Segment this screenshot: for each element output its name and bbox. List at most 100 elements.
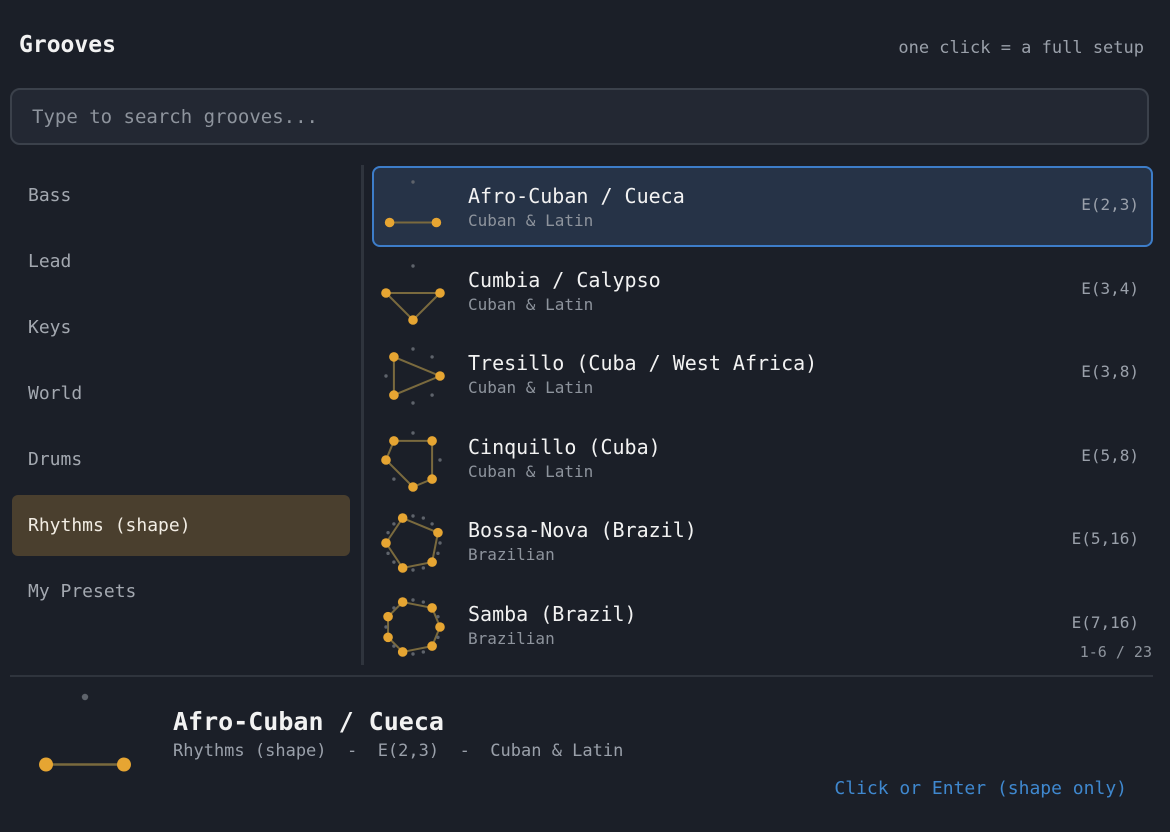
rhythm-shape-icon [381,263,445,325]
groove-code: E(7,16) [1071,612,1139,632]
step-dot-active [408,314,418,325]
step-dot [386,552,390,556]
vertical-divider [361,165,364,665]
step-dot [421,566,426,571]
step-dot [411,401,415,405]
header-hint: one click = a full setup [898,38,1144,58]
step-dot [411,652,415,656]
rhythm-shape-icon [383,597,445,657]
groove-code: E(3,4) [1081,278,1139,298]
step-dot [411,598,415,602]
step-dot [436,635,440,640]
search-box[interactable] [10,88,1149,145]
rhythm-shape-icon [381,513,443,574]
groove-row[interactable]: Afro-Cuban / Cueca Cuban & Latin E(2,3) [372,166,1153,247]
step-dot-active [433,528,443,538]
groove-title: Cumbia / Calypso [468,267,661,292]
sidebar-item-drums[interactable]: Drums [12,429,350,490]
step-dot [411,180,415,184]
rhythm-shape-icon [384,180,442,228]
groove-row[interactable]: Tresillo (Cuba / West Africa) Cuban & La… [372,333,1153,414]
step-dot [411,347,415,351]
groove-subtitle: Cuban & Latin [468,378,594,398]
groove-title: Tresillo (Cuba / West Africa) [468,351,818,376]
step-dot-active [389,352,399,362]
step-dot [438,541,442,546]
step-dot-active [381,454,391,465]
step-dot [430,393,434,397]
step-dot [436,552,440,556]
groove-title: Cinquillo (Cuba) [468,434,661,459]
step-dot-active [427,641,437,651]
groove-row[interactable]: Samba (Brazil) Brazilian E(7,16) [372,584,1153,665]
apply-action-link[interactable]: Click or Enter (shape only) [834,778,1127,799]
step-dot [430,355,434,359]
horizontal-divider [10,675,1153,677]
groove-title: Afro-Cuban / Cueca [468,184,685,208]
step-dot [421,516,426,521]
shape-outline [392,355,443,397]
groove-subtitle: Brazilian [468,545,555,565]
step-dot-active [431,217,442,228]
step-dot [411,514,415,519]
sidebar-item-rhythms[interactable]: Rhythms (shape) [12,495,350,556]
sidebar-item-keys[interactable]: Keys [12,297,350,358]
category-sidebar: Bass Lead Keys World Drums Rhythms (shap… [12,165,350,627]
step-dot-active [435,287,445,298]
step-dot [392,477,396,481]
detail-shape-icon [39,693,131,772]
groove-row[interactable]: Cumbia / Calypso Cuban & Latin E(3,4) [372,250,1153,331]
step-dot [392,560,396,565]
rhythm-shape-icon [384,347,445,405]
step-dot-active [383,632,393,643]
groove-code: E(5,8) [1081,445,1139,465]
groove-list: Afro-Cuban / Cueca Cuban & Latin E(2,3) … [372,166,1153,668]
groove-row[interactable]: Bossa-Nova (Brazil) Brazilian E(5,16) [372,500,1153,581]
rhythm-shape-icon [381,431,442,492]
step-dot [384,625,388,629]
step-dot-active [381,287,391,298]
header-title: Grooves [19,32,116,58]
step-dot [384,374,388,378]
step-dot-active [408,481,418,492]
groove-title: Bossa-Nova (Brazil) [468,518,697,543]
search-input[interactable] [12,90,1147,143]
step-dot-active [397,647,408,657]
step-dot-active [427,603,437,613]
sidebar-item-world[interactable]: World [12,363,350,424]
step-dot-active [397,563,408,574]
step-dot [81,693,89,701]
step-dot-active [427,474,437,484]
groove-code: E(3,8) [1081,362,1139,382]
step-dot [392,644,396,648]
step-dot-active [427,557,437,568]
step-dot [392,606,396,610]
step-dot [411,568,415,573]
step-dot-active [389,435,399,446]
step-dot [436,614,440,619]
step-dot [392,522,396,526]
groove-code: E(5,16) [1071,529,1139,549]
step-dot-active [384,217,395,228]
groove-title: Samba (Brazil) [468,601,637,626]
step-dot [438,458,442,462]
sidebar-item-bass[interactable]: Bass [12,165,350,226]
sidebar-item-my-presets[interactable]: My Presets [12,561,350,622]
step-dot [411,263,415,268]
step-dot-active [397,513,408,524]
groove-row[interactable]: Cinquillo (Cuba) Cuban & Latin E(5,8) [372,417,1153,498]
groove-subtitle: Cuban & Latin [468,211,594,230]
groove-subtitle: Cuban & Latin [468,294,594,314]
groove-subtitle: Brazilian [468,628,555,648]
sidebar-item-lead[interactable]: Lead [12,231,350,292]
step-dot [421,650,426,654]
groove-subtitle: Cuban & Latin [468,461,594,481]
detail-title: Afro-Cuban / Cueca [173,707,444,736]
step-dot [430,522,434,526]
step-dot-active [427,435,437,446]
list-pager: 1-6 / 23 [1079,643,1152,661]
step-dot-active [389,390,399,401]
step-dot-active [116,757,131,772]
step-dot-active [397,597,408,607]
step-dot [421,600,426,604]
